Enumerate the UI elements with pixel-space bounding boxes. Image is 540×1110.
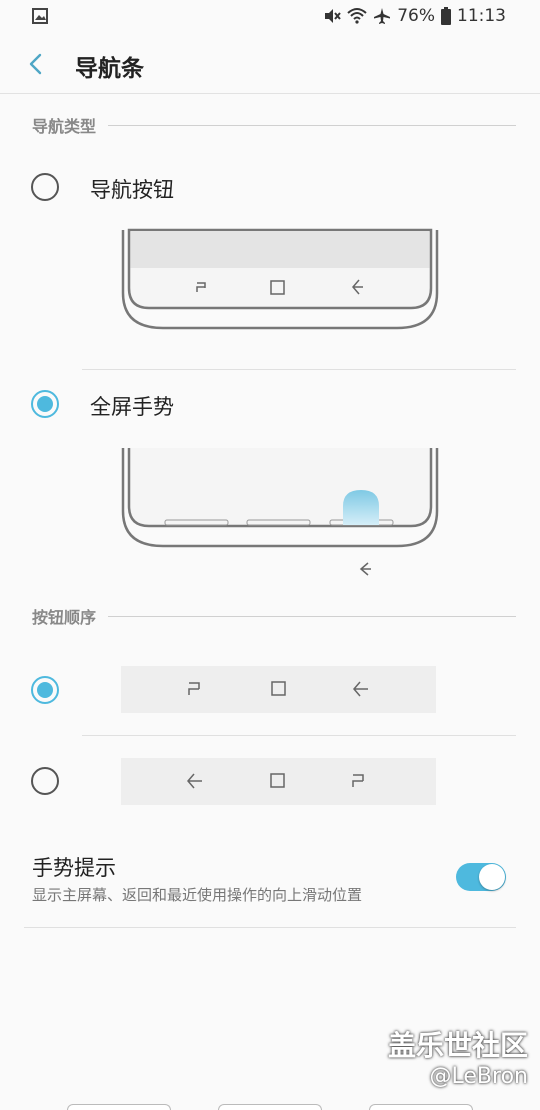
back-icon <box>187 773 202 789</box>
gallery-icon <box>32 8 48 24</box>
radio-order-back-home-recents[interactable] <box>31 767 59 795</box>
chevron-left-icon <box>29 53 42 75</box>
page-title: 导航条 <box>75 56 144 82</box>
list-divider <box>24 927 516 928</box>
option-label-nav-buttons[interactable]: 导航按钮 <box>90 174 174 204</box>
section-divider <box>108 124 516 126</box>
back-button[interactable] <box>20 48 52 80</box>
recents-icon <box>352 774 364 787</box>
battery-icon <box>441 7 451 25</box>
radio-full-screen-gestures[interactable] <box>31 390 59 418</box>
back-icon <box>353 681 368 697</box>
bottom-tab[interactable] <box>369 1104 473 1110</box>
section-header-button-order: 按钮顺序 <box>32 604 516 628</box>
home-icon <box>271 681 286 696</box>
gesture-preview <box>121 448 439 576</box>
section-label: 导航类型 <box>32 117 97 136</box>
option-divider <box>82 735 516 736</box>
clock: 11:13 <box>457 6 506 26</box>
radio-nav-buttons[interactable] <box>31 173 59 201</box>
order-strip-back-home-recents[interactable] <box>121 758 436 805</box>
section-header-nav-type: 导航类型 <box>32 113 516 137</box>
gesture-hint-description: 显示主屏幕、返回和最近使用操作的向上滑动位置 <box>32 886 363 904</box>
option-divider <box>82 369 516 370</box>
watermark-title: 盖乐世社区 <box>387 1029 528 1062</box>
wifi-icon <box>347 8 367 24</box>
gesture-hint-title: 手势提示 <box>32 856 116 880</box>
bottom-tab[interactable] <box>67 1104 171 1110</box>
bottom-tab[interactable] <box>218 1104 322 1110</box>
airplane-icon <box>374 8 391 24</box>
mute-icon <box>325 9 341 23</box>
section-label: 按钮顺序 <box>32 608 97 627</box>
section-divider <box>108 615 516 617</box>
recents-icon <box>188 682 200 695</box>
home-icon <box>270 773 285 788</box>
watermark-user: @LeBron <box>429 1064 528 1089</box>
status-bar: 76% 11:13 <box>0 0 540 34</box>
option-label-full-screen-gestures[interactable]: 全屏手势 <box>90 391 174 421</box>
gesture-hint-toggle[interactable] <box>456 863 506 891</box>
battery-percent: 76% <box>397 6 435 26</box>
toggle-knob <box>479 864 505 890</box>
app-bar: 导航条 <box>0 34 540 94</box>
radio-order-recents-home-back[interactable] <box>31 676 59 704</box>
order-strip-recents-home-back[interactable] <box>121 666 436 713</box>
nav-buttons-preview <box>121 228 439 330</box>
